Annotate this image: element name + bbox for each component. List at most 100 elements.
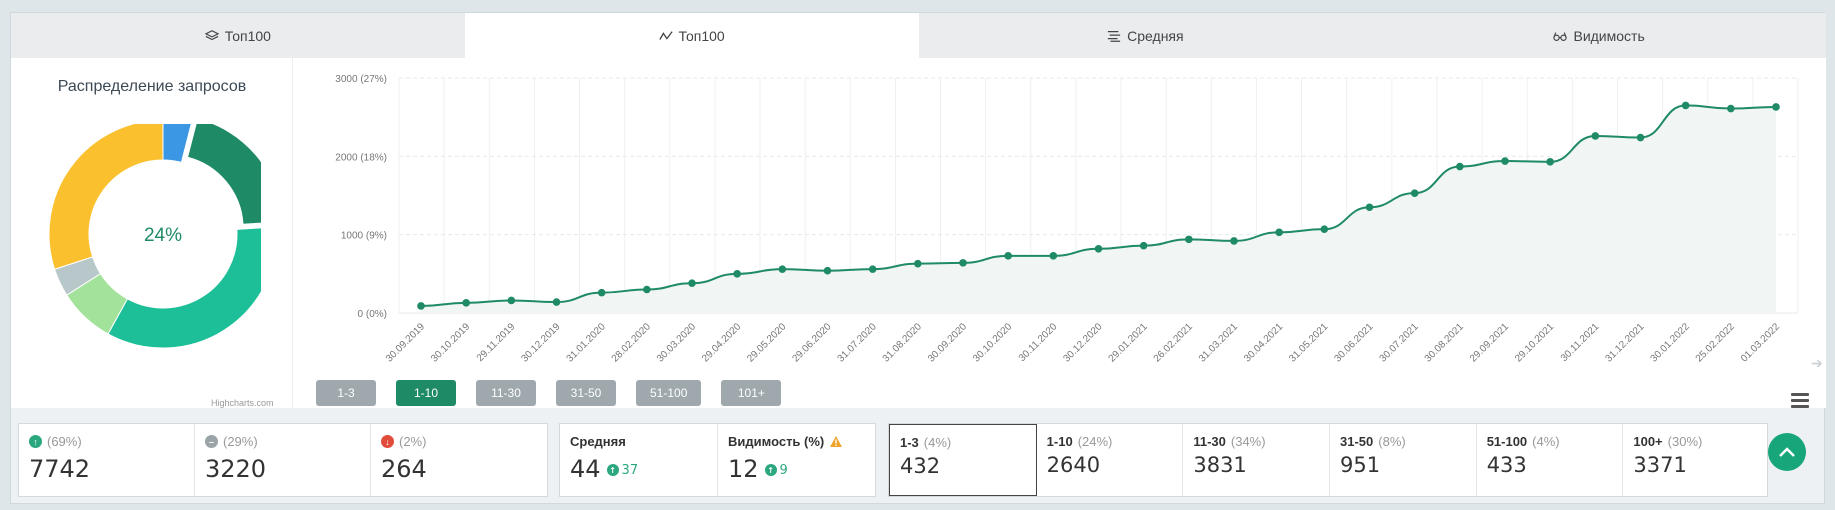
stat-average[interactable]: Средняя 44 ↑ 37	[560, 424, 718, 496]
line-chart[interactable]: 0 (0%) 1000 (9%) 2000 (18%) 3000 (27%) 30.09…	[311, 58, 1811, 368]
data-point[interactable]	[1275, 228, 1283, 237]
metrics-card: Средняя 44 ↑ 37 Видимость (%) 12 ↑ 9	[559, 423, 876, 497]
data-point[interactable]	[1681, 101, 1690, 110]
data-point[interactable]	[868, 265, 877, 273]
data-point[interactable]	[688, 279, 696, 288]
data-point[interactable]	[552, 298, 561, 306]
x-tick-label: 30.11.2020	[1017, 321, 1060, 364]
chart-panel: Распределение запросов 24% Highcharts.co…	[11, 58, 1826, 408]
bucket-1-10[interactable]: 1-10 (24%) 2640	[1037, 424, 1184, 496]
stat-down[interactable]: ↓ (2%) 264	[371, 424, 547, 496]
tab-bar: Топ100 Топ100 Средняя Видимость	[11, 13, 1826, 58]
y-tick-label: 2000 (18%)	[335, 152, 387, 163]
data-point[interactable]	[1320, 225, 1329, 233]
range-btn-1-3[interactable]: 1-3	[316, 380, 376, 406]
data-point[interactable]	[1546, 158, 1554, 166]
scroll-top-button[interactable]	[1768, 433, 1806, 471]
hamburger-menu-icon[interactable]	[1791, 393, 1809, 409]
average-label: Средняя	[570, 434, 626, 449]
bucket-value: 433	[1486, 453, 1527, 477]
x-tick-label: 30.09.2020	[926, 321, 969, 364]
stat-same[interactable]: – (29%) 3220	[195, 424, 371, 496]
bucket-pct: (24%)	[1077, 434, 1113, 449]
report-frame: Топ100 Топ100 Средняя Видимость Распреде…	[10, 12, 1826, 504]
bucket-100-plus[interactable]: 100+ (30%) 3371	[1623, 424, 1767, 496]
bucket-pct: (4%)	[923, 435, 952, 450]
bucket-1-3[interactable]: 1-3 (4%) 432	[889, 424, 1037, 496]
data-point[interactable]	[417, 302, 425, 310]
bucket-pct: (8%)	[1378, 434, 1406, 449]
range-btn-101-plus[interactable]: 101+	[721, 380, 782, 406]
data-point[interactable]	[959, 259, 967, 267]
tab-average[interactable]: Средняя	[919, 13, 1373, 58]
data-point[interactable]	[823, 266, 832, 275]
tab-top100-chart[interactable]: Топ100	[464, 13, 919, 58]
bucket-11-30[interactable]: 11-30 (34%) 3831	[1183, 424, 1331, 496]
x-tick-label: 30.07.2021	[1378, 321, 1421, 364]
lines-icon	[1108, 30, 1121, 42]
pie-slice-100+[interactable]	[48, 124, 164, 270]
stat-up[interactable]: ↑ (69%) 7742	[19, 424, 195, 496]
arrow-up-circle-icon: ↑	[764, 464, 777, 476]
data-point[interactable]	[1365, 203, 1374, 212]
data-point[interactable]	[1139, 241, 1148, 250]
data-point[interactable]	[1049, 252, 1058, 260]
visibility-delta: 9	[779, 462, 788, 478]
bucket-51-100[interactable]: 51-100 (4%) 433	[1477, 424, 1624, 496]
layers-icon	[204, 29, 219, 40]
arrow-up-circle-icon: ↑	[29, 435, 42, 448]
data-point[interactable]	[1410, 189, 1419, 197]
data-point[interactable]	[462, 299, 470, 307]
range-btn-31-50[interactable]: 31-50	[556, 380, 616, 406]
data-point[interactable]	[507, 296, 516, 305]
data-point[interactable]	[1094, 244, 1103, 253]
data-point[interactable]	[1591, 132, 1600, 140]
buckets-card: 1-3 (4%) 432 1-10 (24%) 2640 11-30 (34%) 38…	[888, 423, 1768, 497]
pie-slice-11-30[interactable]	[107, 227, 261, 349]
range-btn-1-10[interactable]: 1-10	[396, 380, 456, 406]
donut-chart[interactable]: 24%	[41, 124, 261, 354]
x-tick-label: 31.01.2020	[565, 321, 608, 364]
x-tick-label: 30.12.2019	[519, 321, 562, 364]
range-btn-11-30[interactable]: 11-30	[476, 380, 536, 406]
stat-value: 3220	[205, 455, 267, 483]
y-tick-label: 0 (0%)	[358, 309, 387, 320]
stat-pct: (69%)	[47, 434, 82, 449]
data-point[interactable]	[597, 288, 606, 297]
x-tick-label: 30.10.2019	[429, 321, 472, 364]
data-point[interactable]	[914, 259, 922, 268]
bucket-name: 100+	[1633, 434, 1663, 449]
data-point[interactable]	[1230, 237, 1238, 245]
tab-top100-layers[interactable]: Топ100	[11, 13, 465, 58]
average-delta: 37	[621, 462, 639, 478]
data-point[interactable]	[1727, 104, 1735, 113]
data-point[interactable]	[733, 270, 741, 278]
tab-visibility[interactable]: Видимость	[1372, 13, 1826, 58]
data-point[interactable]	[778, 265, 787, 273]
arrow-up-circle-icon: ↑	[606, 464, 619, 476]
pie-center-label: 24%	[144, 225, 182, 246]
highcharts-credit[interactable]: Highcharts.com	[211, 398, 274, 408]
data-point[interactable]	[1501, 157, 1509, 165]
arrow-down-circle-icon: ↓	[381, 435, 394, 448]
data-point[interactable]	[643, 285, 651, 294]
warning-icon[interactable]	[829, 435, 843, 448]
range-btn-51-100[interactable]: 51-100	[636, 380, 702, 406]
stat-value: 7742	[29, 455, 91, 483]
average-value: 44	[570, 455, 601, 483]
range-buttons: 1-3 1-10 11-30 31-50 51-100 101+	[316, 380, 782, 406]
data-point[interactable]	[1636, 133, 1645, 142]
data-point[interactable]	[1772, 103, 1780, 111]
x-tick-label: 25.02.2022	[1694, 321, 1737, 364]
bucket-pct: (30%)	[1667, 434, 1703, 449]
x-tick-label: 29.01.2021	[1107, 321, 1150, 364]
data-point[interactable]	[1185, 235, 1193, 244]
stat-visibility[interactable]: Видимость (%) 12 ↑ 9	[718, 424, 875, 496]
bucket-31-50[interactable]: 31-50 (8%) 951	[1330, 424, 1477, 496]
x-tick-label: 29.04.2020	[700, 321, 743, 364]
pie-slice-1-10[interactable]	[186, 124, 261, 225]
x-tick-label: 29.05.2020	[745, 321, 788, 364]
data-point[interactable]	[1456, 162, 1464, 171]
pie-slice-1-3[interactable]	[162, 124, 192, 163]
data-point[interactable]	[1004, 252, 1012, 260]
